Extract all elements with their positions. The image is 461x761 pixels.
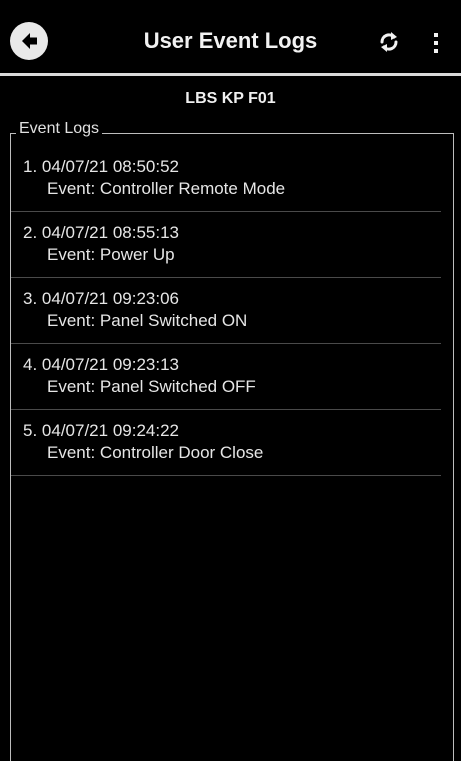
log-index: 2. xyxy=(23,223,38,242)
more-options-button[interactable] xyxy=(424,28,448,58)
log-item[interactable]: 4. 04/07/21 09:23:13 Event: Panel Switch… xyxy=(11,344,441,410)
log-timestamp-line: 2. 04/07/21 08:55:13 xyxy=(23,222,441,244)
log-timestamp: 04/07/21 09:23:13 xyxy=(41,355,179,374)
refresh-icon xyxy=(380,32,398,52)
log-event: Event: Controller Remote Mode xyxy=(47,179,286,198)
log-item[interactable]: 1. 04/07/21 08:50:52 Event: Controller R… xyxy=(11,146,441,212)
more-vertical-icon xyxy=(434,33,438,53)
log-event: Event: Power Up xyxy=(47,245,175,264)
log-timestamp: 04/07/21 09:23:06 xyxy=(41,289,179,308)
arrow-left-icon xyxy=(22,33,37,49)
log-event: Event: Panel Switched OFF xyxy=(47,377,256,396)
log-timestamp-line: 1. 04/07/21 08:50:52 xyxy=(23,156,441,178)
log-timestamp: 04/07/21 08:50:52 xyxy=(41,157,179,176)
event-log-list: 1. 04/07/21 08:50:52 Event: Controller R… xyxy=(11,146,441,476)
top-app-bar: User Event Logs xyxy=(0,0,461,76)
device-name: LBS KP F01 xyxy=(185,90,276,107)
event-logs-legend: Event Logs xyxy=(16,120,103,138)
log-event: Event: Panel Switched ON xyxy=(47,311,248,330)
log-index: 3. xyxy=(23,289,38,308)
log-item[interactable]: 2. 04/07/21 08:55:13 Event: Power Up xyxy=(11,212,441,278)
log-timestamp-line: 5. 04/07/21 09:24:22 xyxy=(23,420,441,442)
log-timestamp: 04/07/21 09:24:22 xyxy=(41,421,179,440)
log-index: 5. xyxy=(23,421,38,440)
log-item[interactable]: 3. 04/07/21 09:23:06 Event: Panel Switch… xyxy=(11,278,441,344)
app-screen: User Event Logs LBS KP F01 Event Logs 1.… xyxy=(0,0,461,761)
log-timestamp-line: 4. 04/07/21 09:23:13 xyxy=(23,354,441,376)
header-divider xyxy=(0,73,461,76)
log-event: Event: Controller Door Close xyxy=(47,443,264,462)
refresh-button[interactable] xyxy=(374,28,404,56)
log-timestamp-line: 3. 04/07/21 09:23:06 xyxy=(23,288,441,310)
log-index: 1. xyxy=(23,157,38,176)
log-index: 4. xyxy=(23,355,38,374)
log-timestamp: 04/07/21 08:55:13 xyxy=(41,223,179,242)
back-button[interactable] xyxy=(10,22,48,60)
log-item[interactable]: 5. 04/07/21 09:24:22 Event: Controller D… xyxy=(11,410,441,476)
